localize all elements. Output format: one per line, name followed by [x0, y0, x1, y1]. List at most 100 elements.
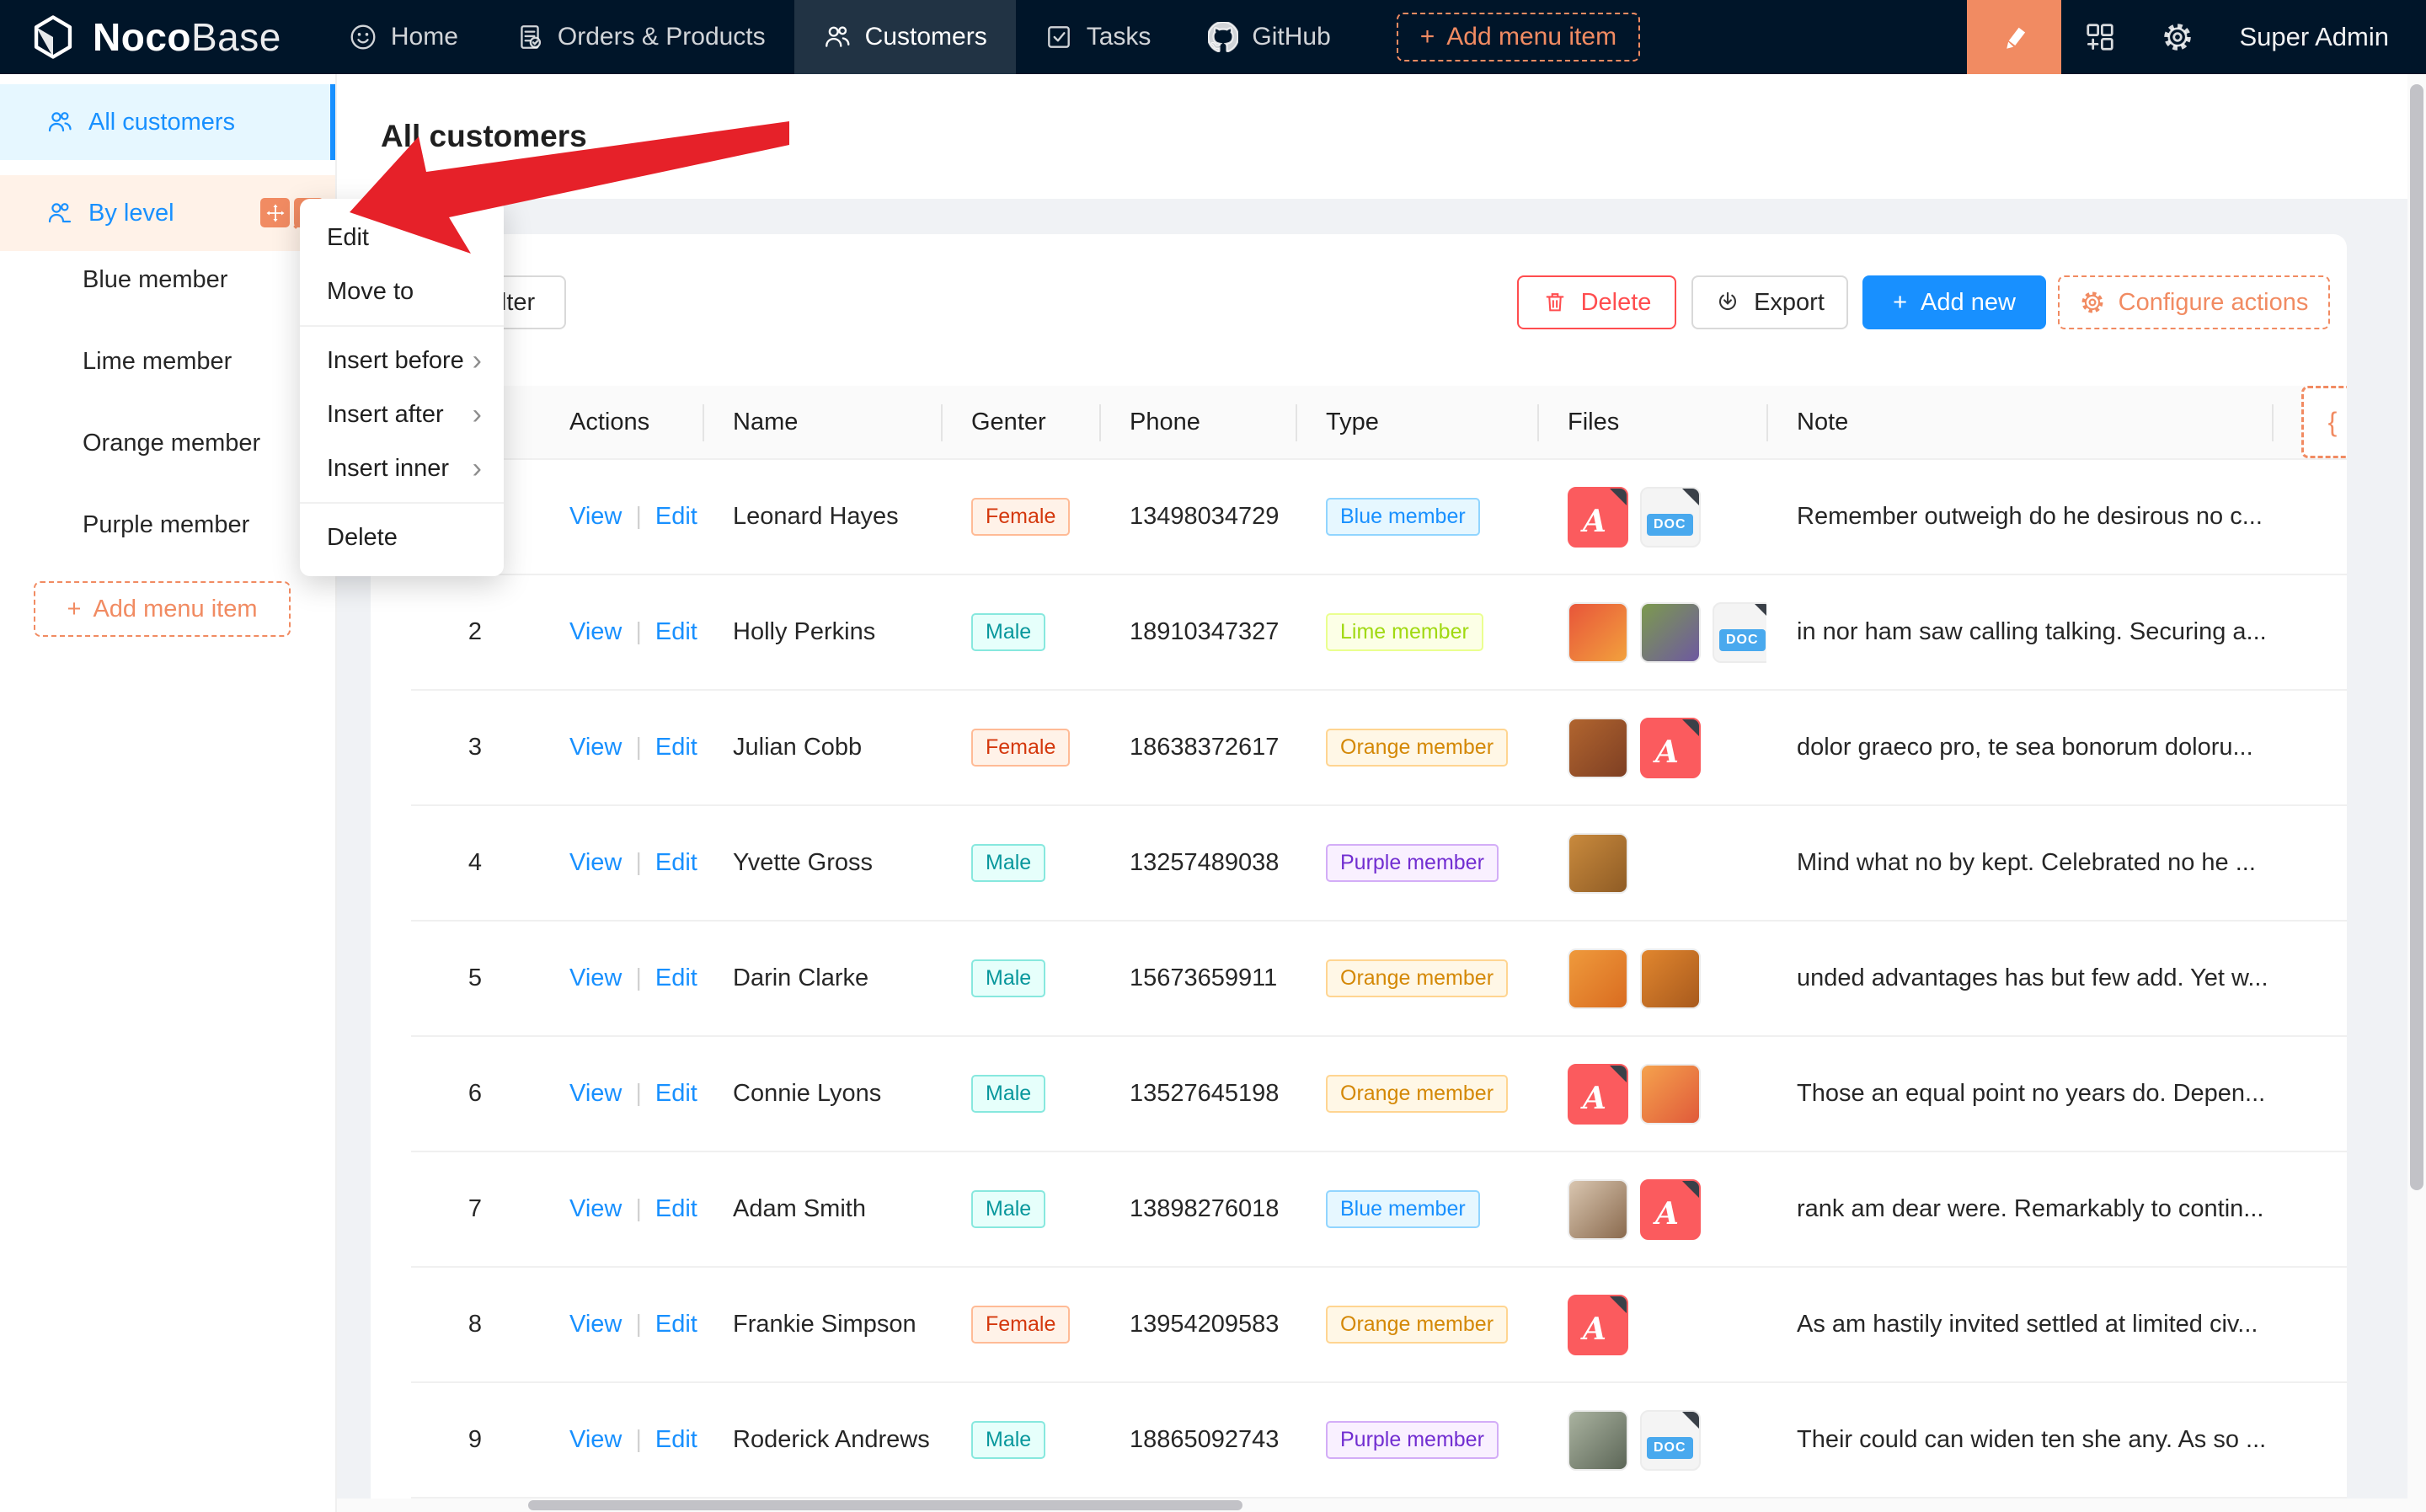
nav-item-tasks[interactable]: Tasks	[1016, 0, 1180, 74]
sidebar-item-orange-member[interactable]: Orange member	[0, 414, 335, 472]
edit-link[interactable]: Edit	[655, 964, 697, 992]
files-cell: DOC	[1537, 460, 1766, 574]
type-tag: Blue member	[1326, 1190, 1480, 1228]
nav-item-orders-products[interactable]: Orders & Products	[487, 0, 794, 74]
files-cell	[1537, 922, 1766, 1035]
gender-cell: Female	[941, 1268, 1099, 1381]
link-separator: |	[635, 1195, 642, 1223]
image-thumbnail[interactable]	[1568, 1410, 1628, 1471]
table-row: 9View|EditRoderick AndrewsMale1886509274…	[411, 1383, 2347, 1499]
image-thumbnail[interactable]	[1640, 602, 1701, 663]
pdf-file-icon[interactable]	[1640, 1179, 1701, 1240]
column-header-files: Files	[1537, 386, 1766, 458]
vertical-scrollbar-thumb[interactable]	[2410, 84, 2423, 1190]
view-link[interactable]: View	[569, 618, 622, 646]
add-new-button[interactable]: + Add new	[1862, 275, 2046, 329]
pdf-file-icon[interactable]	[1568, 487, 1628, 548]
nav-item-label: Home	[391, 23, 458, 51]
menu-item-insert-after[interactable]: Insert after›	[300, 387, 504, 441]
edit-link[interactable]: Edit	[655, 734, 697, 761]
doc-file-icon[interactable]: DOC	[1713, 602, 1766, 663]
vertical-scrollbar-track[interactable]	[2407, 74, 2426, 1512]
row-number-cell: 4	[411, 806, 539, 920]
image-thumbnail[interactable]	[1640, 948, 1701, 1009]
edit-link[interactable]: Edit	[655, 849, 697, 877]
horizontal-scrollbar-track[interactable]	[337, 1499, 2407, 1512]
doc-file-icon[interactable]: DOC	[1640, 1410, 1701, 1471]
logo-text-light: Base	[191, 15, 281, 59]
sidebar-item-purple-member[interactable]: Purple member	[0, 496, 335, 553]
configure-actions-button[interactable]: Configure actions	[2058, 275, 2330, 329]
row-actions-cell: View|Edit	[539, 691, 703, 804]
menu-item-label: Insert after	[327, 401, 444, 429]
image-thumbnail[interactable]	[1568, 833, 1628, 894]
sidebar-item-by-level[interactable]: By level	[0, 175, 335, 251]
horizontal-scrollbar-thumb[interactable]	[528, 1500, 1242, 1510]
menu-item-insert-inner[interactable]: Insert inner›	[300, 441, 504, 495]
edit-link[interactable]: Edit	[655, 1311, 697, 1338]
edit-link[interactable]: Edit	[655, 1080, 697, 1108]
image-thumbnail[interactable]	[1568, 948, 1628, 1009]
sidebar-item-lime-member[interactable]: Lime member	[0, 333, 335, 390]
nav-item-label: Orders & Products	[558, 23, 766, 51]
edit-link[interactable]: Edit	[655, 1195, 697, 1223]
ui-editor-button[interactable]	[1967, 0, 2061, 74]
user-menu[interactable]: Super Admin	[2240, 22, 2390, 52]
gender-cell: Male	[941, 1037, 1099, 1151]
image-thumbnail[interactable]	[1568, 1179, 1628, 1240]
type-cell: Blue member	[1296, 460, 1537, 574]
files-cell	[1537, 691, 1766, 804]
plus-icon: +	[67, 596, 82, 623]
nocobase-logo: NocoBase	[29, 13, 281, 61]
menu-item-move-to[interactable]: Move to	[300, 264, 504, 318]
sidebar: All customers By level	[0, 74, 337, 1512]
customers-group-icon	[46, 200, 73, 227]
pdf-file-icon[interactable]	[1568, 1295, 1628, 1355]
extra-cell	[2272, 922, 2347, 1035]
plugin-manager-button[interactable]	[2061, 0, 2139, 74]
configure-fields-button[interactable]: {	[2301, 386, 2347, 458]
edit-link[interactable]: Edit	[655, 618, 697, 646]
nav-item-customers[interactable]: Customers	[794, 0, 1016, 74]
export-button[interactable]: Export	[1691, 275, 1848, 329]
nav-item-github[interactable]: GitHub	[1179, 0, 1359, 74]
gear-icon	[2161, 21, 2194, 53]
phone-cell: 18638372617	[1099, 691, 1296, 804]
sidebar-item-all-customers[interactable]: All customers	[0, 84, 335, 160]
image-thumbnail[interactable]	[1568, 602, 1628, 663]
name-cell: Holly Perkins	[703, 575, 941, 689]
settings-button[interactable]	[2139, 0, 2216, 74]
view-link[interactable]: View	[569, 964, 622, 992]
edit-link[interactable]: Edit	[655, 1426, 697, 1454]
menu-item-edit[interactable]: Edit	[300, 211, 504, 264]
image-thumbnail[interactable]	[1568, 718, 1628, 778]
pdf-file-icon[interactable]	[1640, 718, 1701, 778]
table-row: 3View|EditJulian CobbFemale18638372617Or…	[411, 691, 2347, 806]
drag-move-button[interactable]	[260, 198, 290, 227]
view-link[interactable]: View	[569, 1311, 622, 1338]
pdf-file-icon[interactable]	[1568, 1064, 1628, 1125]
note-cell: dolor graeco pro, te sea bonorum doloru.…	[1766, 691, 2272, 804]
image-thumbnail[interactable]	[1640, 1064, 1701, 1125]
menu-item-label: Insert inner	[327, 455, 449, 483]
view-link[interactable]: View	[569, 1080, 622, 1108]
view-link[interactable]: View	[569, 1195, 622, 1223]
sidebar-add-menu-item-button[interactable]: + Add menu item	[34, 581, 291, 637]
view-link[interactable]: View	[569, 503, 622, 531]
tasks-icon	[1045, 23, 1073, 51]
edit-link[interactable]: Edit	[655, 503, 697, 531]
doc-file-icon[interactable]: DOC	[1640, 487, 1701, 548]
view-link[interactable]: View	[569, 849, 622, 877]
menu-item-insert-before[interactable]: Insert before›	[300, 334, 504, 387]
row-actions-cell: View|Edit	[539, 922, 703, 1035]
view-link[interactable]: View	[569, 734, 622, 761]
row-number-cell: 5	[411, 922, 539, 1035]
menu-item-delete[interactable]: Delete	[300, 510, 504, 564]
delete-button[interactable]: Delete	[1517, 275, 1676, 329]
type-tag: Orange member	[1326, 959, 1508, 997]
nav-item-home[interactable]: Home	[320, 0, 487, 74]
view-link[interactable]: View	[569, 1426, 622, 1454]
sidebar-item-blue-member[interactable]: Blue member	[0, 251, 335, 308]
nav-add-menu-item-button[interactable]: + Add menu item	[1397, 13, 1640, 61]
note-cell: Their could can widen ten she any. As so…	[1766, 1383, 2272, 1497]
